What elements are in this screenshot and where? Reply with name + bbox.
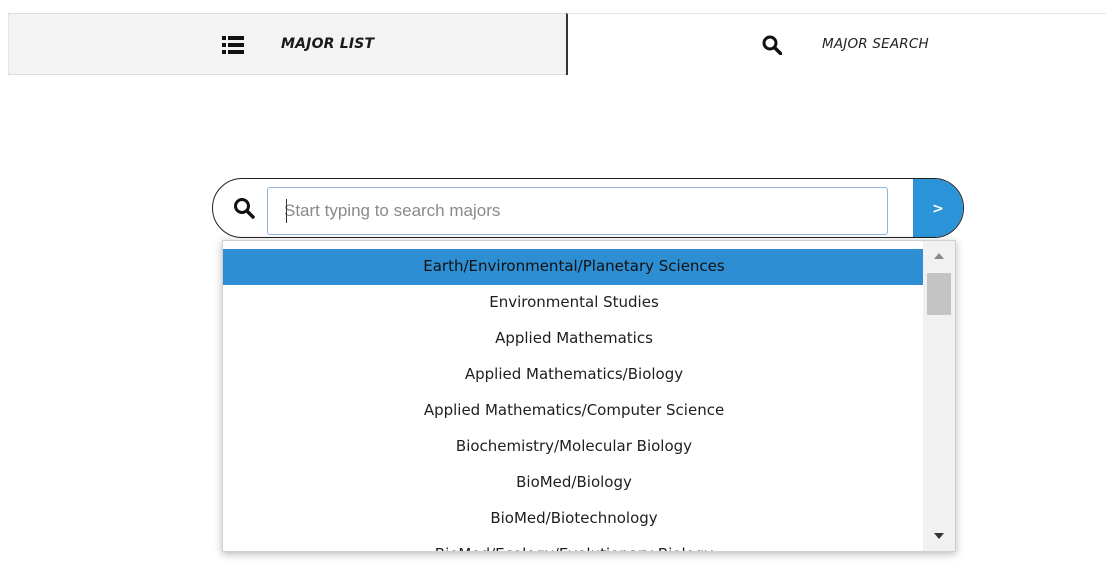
scroll-down-arrow-icon[interactable] <box>934 533 944 539</box>
search-submit-button[interactable]: > <box>913 179 963 237</box>
autocomplete-option[interactable]: Applied Mathematics/Computer Science <box>223 393 925 429</box>
tab-major-search[interactable]: MAJOR SEARCH <box>566 13 1106 75</box>
search-bar: > <box>212 178 964 238</box>
autocomplete-option[interactable]: Environmental Studies <box>223 285 925 321</box>
text-caret <box>286 199 287 223</box>
autocomplete-option[interactable]: BioMed/Biotechnology <box>223 501 925 537</box>
search-icon <box>762 35 783 60</box>
autocomplete-option[interactable]: Earth/Environmental/Planetary Sciences <box>223 249 925 285</box>
tab-bar: MAJOR LIST MAJOR SEARCH <box>8 13 1106 75</box>
tab-major-list-label: MAJOR LIST <box>281 36 375 52</box>
tab-major-list[interactable]: MAJOR LIST <box>8 13 566 75</box>
autocomplete-option[interactable]: Applied Mathematics <box>223 321 925 357</box>
scrollbar-thumb[interactable] <box>927 273 951 315</box>
autocomplete-option[interactable]: Biochemistry/Molecular Biology <box>223 429 925 465</box>
scroll-up-arrow-icon[interactable] <box>934 253 944 259</box>
autocomplete-dropdown: Earth/Environmental/Planetary Sciences E… <box>222 240 956 552</box>
autocomplete-option[interactable]: BioMed/Biology <box>223 465 925 501</box>
list-icon <box>222 36 244 59</box>
dropdown-scrollbar[interactable] <box>923 241 955 551</box>
autocomplete-option[interactable]: Applied Mathematics/Biology <box>223 357 925 393</box>
autocomplete-option[interactable]: BioMed/Ecology/Evolutionary Biology <box>223 537 925 551</box>
search-icon <box>233 197 255 224</box>
tab-major-search-label: MAJOR SEARCH <box>822 36 929 52</box>
search-input[interactable] <box>267 187 888 235</box>
autocomplete-list: Earth/Environmental/Planetary Sciences E… <box>223 249 925 551</box>
